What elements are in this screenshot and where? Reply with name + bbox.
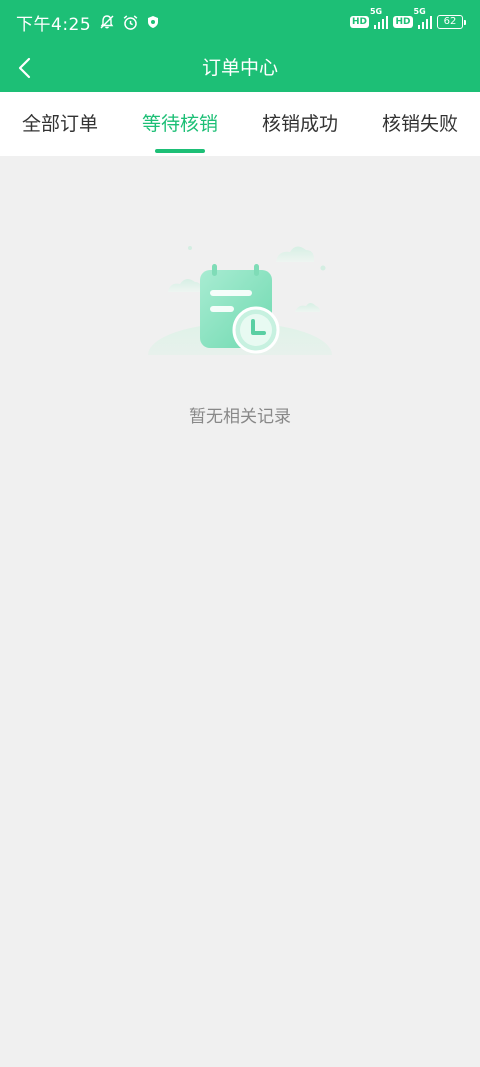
tab-label: 等待核销 <box>141 113 218 135</box>
network-label-2: 5G <box>413 7 426 16</box>
active-tab-indicator <box>155 149 205 153</box>
hd-badge-2: HD <box>393 16 413 28</box>
empty-message: 暂无相关记录 <box>189 407 291 427</box>
battery-icon: 62 <box>437 15 466 29</box>
tab-pending-verification[interactable]: 等待核销 <box>120 92 240 156</box>
alarm-icon <box>123 14 138 30</box>
order-tabs: 全部订单 等待核销 核销成功 核销失败 <box>0 92 480 156</box>
signal-icon: 5G <box>370 7 389 29</box>
header-bar: 订单中心 <box>0 44 480 92</box>
status-bar: 下午4:25 HD 5G HD 5G 62 <box>0 0 480 44</box>
tab-verification-failed[interactable]: 核销失败 <box>360 92 480 156</box>
status-right-icons: HD 5G HD 5G 62 <box>349 7 466 29</box>
battery-level: 62 <box>437 15 463 29</box>
tab-label: 核销失败 <box>381 113 458 135</box>
bell-off-icon <box>100 15 114 29</box>
hd-badge: HD <box>349 16 369 28</box>
tab-label: 核销成功 <box>261 113 338 135</box>
signal-icon-2: 5G <box>414 7 432 29</box>
tab-label: 全部订单 <box>21 113 98 135</box>
empty-calendar-clock-icon <box>140 246 340 380</box>
tab-verification-success[interactable]: 核销成功 <box>240 92 360 156</box>
network-label: 5G <box>369 7 383 16</box>
status-left-icons <box>99 14 160 31</box>
tab-all-orders[interactable]: 全部订单 <box>0 92 120 156</box>
status-time: 下午4:25 <box>16 14 92 35</box>
shield-icon <box>148 16 159 28</box>
page-title: 订单中心 <box>201 57 278 79</box>
